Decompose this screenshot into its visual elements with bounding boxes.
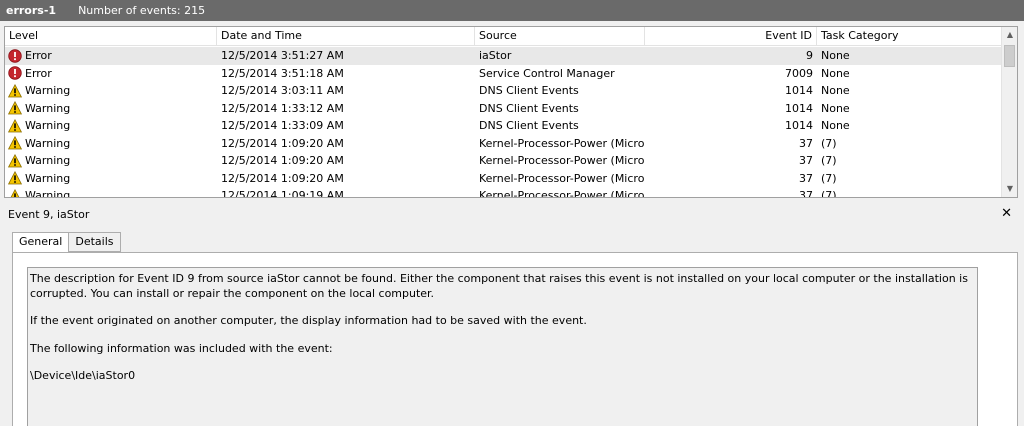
cell-date: 12/5/2014 1:09:19 AM — [221, 189, 344, 198]
cell-event-id: 9 — [806, 49, 813, 62]
warning-icon — [7, 136, 23, 150]
general-tab-panel: The description for Event ID 9 from sour… — [12, 252, 1018, 426]
cell-event-id: 1014 — [785, 84, 813, 97]
detail-title: Event 9, iaStor — [8, 207, 90, 221]
description-paragraph: \Device\Ide\iaStor0 — [30, 369, 136, 382]
cell-task-category: None — [821, 101, 850, 115]
level-label: Warning — [25, 136, 71, 150]
cell-event-id: 7009 — [785, 66, 813, 80]
level-label: Warning — [25, 119, 71, 133]
cell-task-category: (7) — [821, 171, 837, 185]
event-rows: Error 12/5/2014 3:51:27 AM iaStor 9 None Erro… — [5, 47, 1001, 198]
cell-source: Kernel-Processor-Power (Micro... — [479, 189, 645, 198]
table-row[interactable]: Warning 12/5/2014 1:09:20 AM Kernel-Proces… — [5, 135, 1001, 153]
column-header-task-category[interactable]: Task Category — [817, 27, 1001, 46]
event-count: Number of events: 215 — [78, 4, 206, 17]
cell-event-id: 1014 — [785, 119, 813, 132]
cell-source: iaStor — [479, 49, 512, 62]
cell-event-id: 37 — [799, 154, 813, 167]
level-label: Warning — [25, 189, 71, 198]
close-icon[interactable]: ✕ — [1001, 205, 1012, 223]
cell-source: DNS Client Events — [479, 119, 579, 132]
cell-level: Warning — [5, 152, 217, 170]
cell-date: 12/5/2014 1:33:09 AM — [221, 119, 344, 132]
cell-level: Warning — [5, 117, 217, 135]
cell-event-id: 37 — [799, 136, 813, 150]
cell-date: 12/5/2014 1:33:12 AM — [221, 101, 344, 115]
cell-source: Kernel-Processor-Power (Micro... — [479, 136, 645, 150]
cell-level: Error — [5, 65, 217, 83]
cell-date: 12/5/2014 1:09:20 AM — [221, 171, 344, 185]
cell-task-category: (7) — [821, 154, 837, 167]
cell-source: DNS Client Events — [479, 101, 579, 115]
cell-task-category: None — [821, 84, 850, 97]
cell-date: 12/5/2014 1:09:20 AM — [221, 154, 344, 167]
column-header-event-id[interactable]: Event ID — [645, 27, 817, 46]
tab-details[interactable]: Details — [68, 232, 121, 252]
description-paragraph: The description for Event ID 9 from sour… — [30, 272, 968, 300]
level-label: Warning — [25, 101, 71, 115]
level-label: Error — [25, 49, 52, 63]
cell-level: Warning — [5, 82, 217, 100]
cell-source: Kernel-Processor-Power (Micro... — [479, 154, 645, 167]
warning-icon — [7, 118, 23, 133]
warning-icon — [7, 153, 23, 168]
cell-event-id: 1014 — [785, 101, 813, 115]
cell-event-id: 37 — [799, 171, 813, 185]
scroll-thumb[interactable] — [1004, 45, 1015, 67]
cell-date: 12/5/2014 3:51:18 AM — [221, 66, 344, 80]
level-label: Warning — [25, 154, 71, 168]
warning-icon — [8, 188, 22, 197]
table-row[interactable]: Warning 12/5/2014 1:09:19 AM Kernel-Proces… — [5, 187, 1001, 198]
table-row[interactable]: Warning 12/5/2014 3:03:11 AM DNS Client Ev… — [5, 82, 1001, 100]
log-name: errors-1 — [6, 4, 57, 17]
cell-level: Error — [5, 47, 217, 65]
table-row[interactable]: Warning 12/5/2014 1:09:20 AM Kernel-Proces… — [5, 152, 1001, 170]
cell-task-category: None — [821, 119, 850, 132]
level-label: Error — [25, 66, 52, 80]
detail-tabs: General Details — [12, 232, 121, 253]
column-header-row: Level Date and Time Source Event ID Task… — [5, 27, 1001, 46]
detail-header: Event 9, iaStor ✕ — [4, 205, 1018, 223]
table-row[interactable]: Error 12/5/2014 3:51:27 AM iaStor 9 None — [5, 47, 1001, 65]
cell-event-id: 37 — [799, 189, 813, 198]
cell-task-category: (7) — [821, 189, 837, 198]
cell-level: Warning — [5, 170, 217, 188]
cell-source: Service Control Manager — [479, 66, 615, 80]
cell-task-category: (7) — [821, 136, 837, 150]
cell-level: Warning — [5, 100, 217, 118]
table-row[interactable]: Warning 12/5/2014 1:33:09 AM DNS Client Ev… — [5, 117, 1001, 135]
table-row[interactable]: Error 12/5/2014 3:51:18 AM Service Control… — [5, 65, 1001, 83]
cell-source: DNS Client Events — [479, 84, 579, 97]
error-icon — [8, 49, 22, 63]
level-label: Warning — [25, 171, 71, 185]
cell-date: 12/5/2014 3:03:11 AM — [221, 84, 344, 97]
warning-icon — [7, 101, 23, 115]
error-icon — [8, 66, 22, 80]
description-paragraph: The following information was included w… — [30, 341, 333, 355]
cell-date: 12/5/2014 1:09:20 AM — [221, 136, 344, 150]
scroll-up-icon[interactable]: ▲ — [1002, 27, 1017, 43]
list-vertical-scrollbar[interactable]: ▲ ▼ — [1001, 27, 1017, 197]
cell-level: Warning — [5, 187, 217, 198]
cell-task-category: None — [821, 66, 850, 80]
event-description[interactable]: The description for Event ID 9 from sour… — [27, 267, 978, 426]
column-header-date[interactable]: Date and Time — [217, 27, 475, 46]
warning-icon — [7, 83, 23, 98]
cell-task-category: None — [821, 49, 850, 62]
level-label: Warning — [25, 84, 71, 98]
warning-icon — [7, 171, 23, 185]
scroll-down-icon[interactable]: ▼ — [1002, 181, 1017, 197]
tab-general[interactable]: General — [12, 232, 70, 253]
description-paragraph: If the event originated on another compu… — [30, 314, 587, 327]
cell-date: 12/5/2014 3:51:27 AM — [221, 49, 344, 62]
event-list[interactable]: Level Date and Time Source Event ID Task… — [4, 26, 1018, 198]
column-header-level[interactable]: Level — [5, 27, 217, 46]
log-titlebar: errors-1 Number of events: 215 — [0, 0, 1024, 21]
cell-source: Kernel-Processor-Power (Micro... — [479, 171, 645, 185]
table-row[interactable]: Warning 12/5/2014 1:33:12 AM DNS Client Ev… — [5, 100, 1001, 118]
column-header-source[interactable]: Source — [475, 27, 645, 46]
table-row[interactable]: Warning 12/5/2014 1:09:20 AM Kernel-Proces… — [5, 170, 1001, 188]
cell-level: Warning — [5, 135, 217, 153]
